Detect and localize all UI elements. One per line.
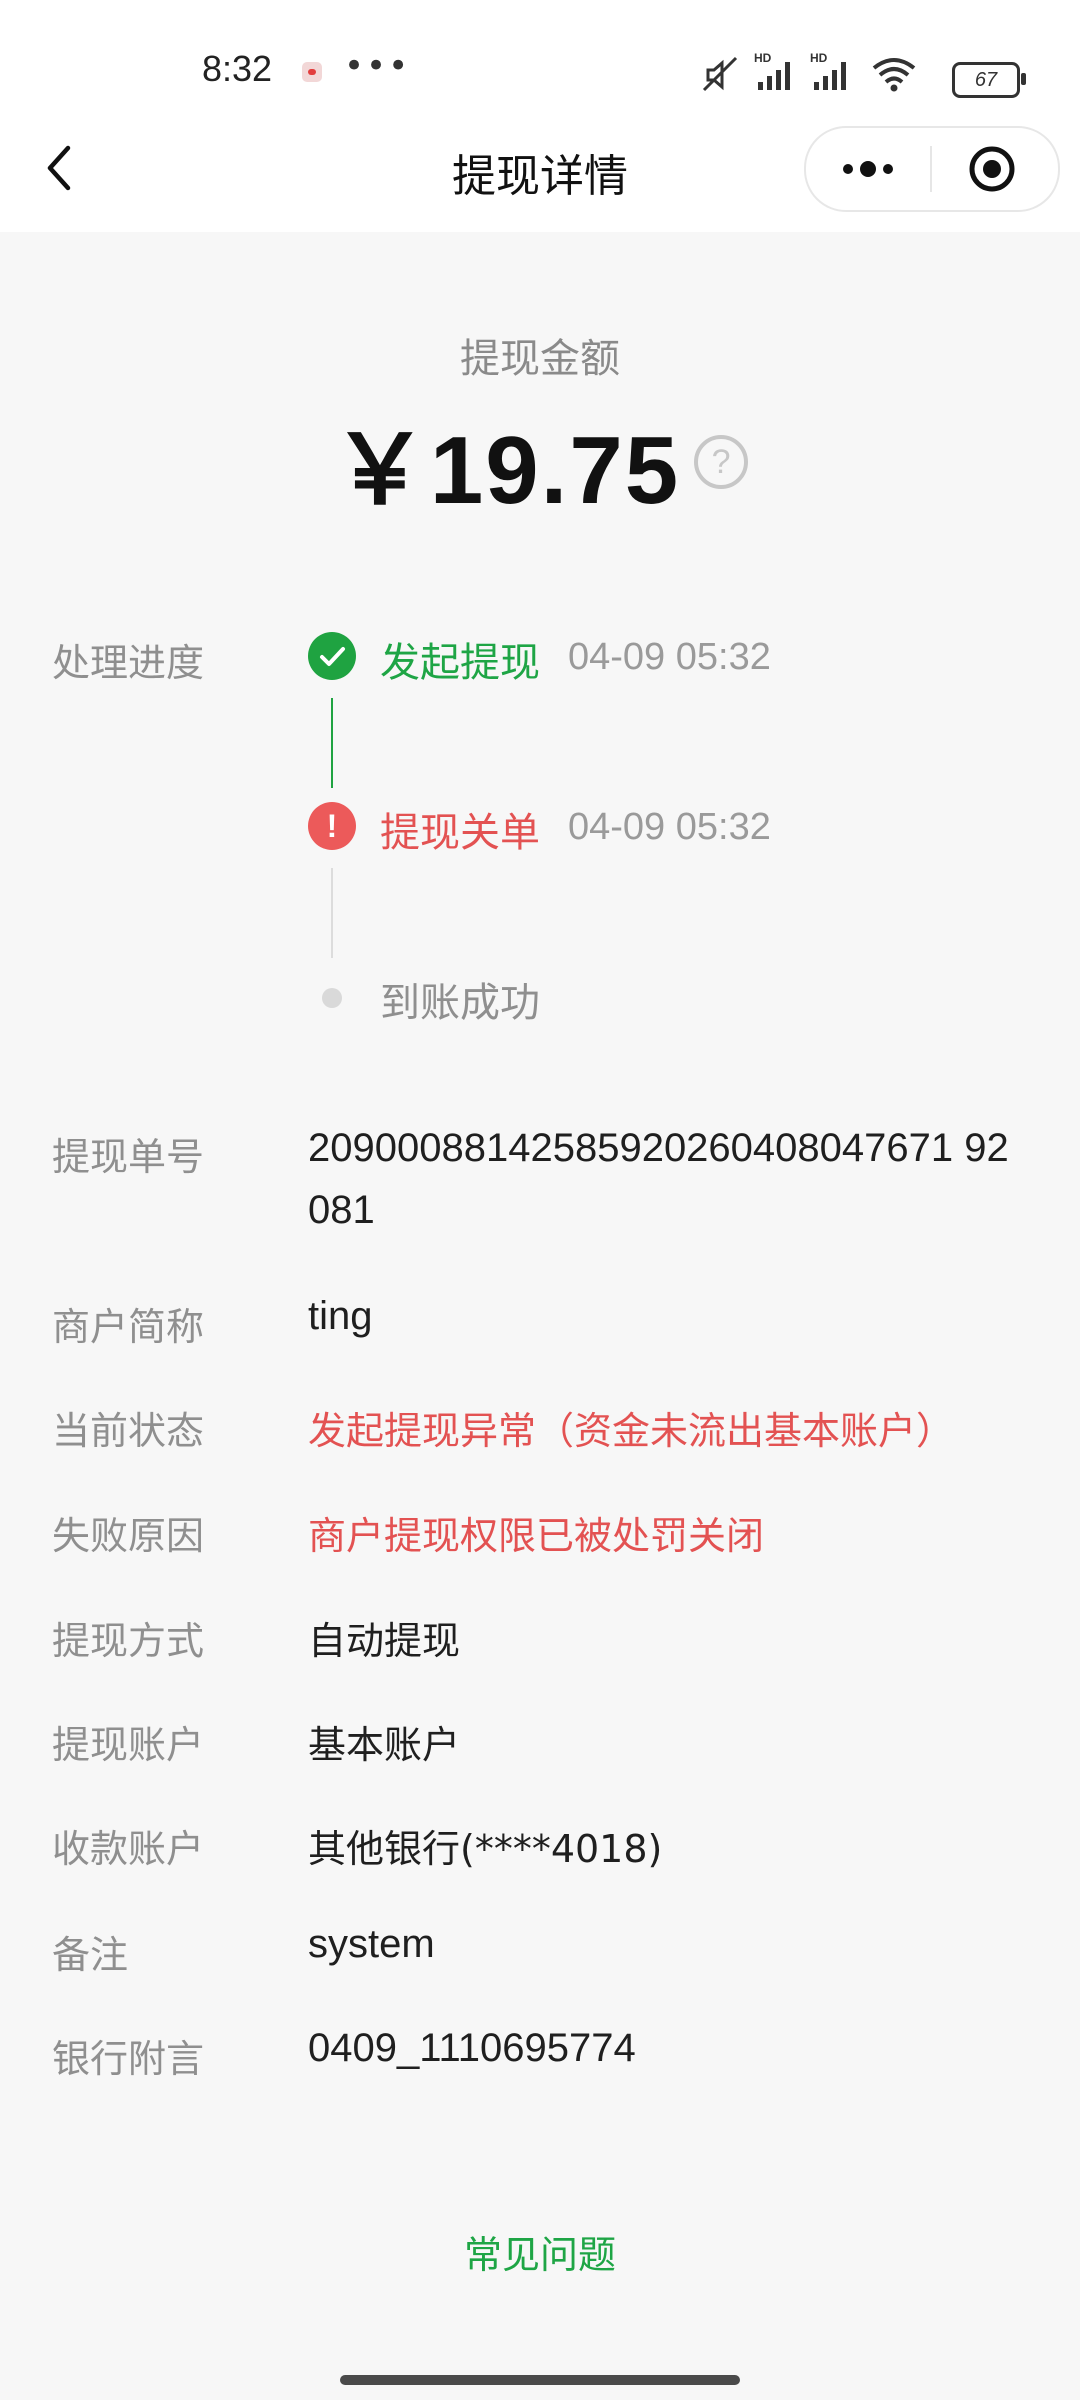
merchant-value: ting <box>308 1294 373 1338</box>
status-time: 8:32 <box>202 48 273 89</box>
remark-value: system <box>308 1922 435 1966</box>
step-arrive-text: 到账成功 <box>380 980 540 1026</box>
battery-icon: 67 <box>952 62 1026 98</box>
step-initiate-time: 04-09 05:32 <box>568 636 771 678</box>
faq-link[interactable]: 常见问题 <box>0 2224 1080 2279</box>
account-value: 基本账户 <box>308 1723 461 1767</box>
withdraw-amount: ￥19.75 <box>331 417 681 524</box>
signal-hd-icon: HD <box>810 51 846 90</box>
pending-dot-icon <box>322 988 342 1008</box>
reason-label: 失败原因 <box>52 1514 205 1558</box>
status-value: 发起提现异常（资金未流出基本账户） <box>308 1409 955 1453</box>
help-icon[interactable]: ? <box>694 434 749 489</box>
top-bar: 8:32 ••• HD HD 67 提现详情 <box>0 0 1080 232</box>
more-notifications-icon: ••• <box>344 46 411 86</box>
close-miniprogram-icon[interactable] <box>932 128 1058 210</box>
status-label: 当前状态 <box>52 1409 205 1453</box>
bank-note-value: 0409_1110695774 <box>308 2026 636 2070</box>
merchant-label: 商户简称 <box>52 1305 205 1349</box>
more-menu-icon[interactable] <box>806 128 930 210</box>
mute-icon <box>702 56 738 92</box>
order-no-label: 提现单号 <box>52 1135 205 1179</box>
svg-text:HD: HD <box>754 51 772 65</box>
miniprogram-capsule <box>804 126 1060 212</box>
error-exclamation-icon: ! <box>308 802 356 850</box>
svg-text:HD: HD <box>810 51 828 65</box>
step-initiate-text: 发起提现 <box>380 640 540 686</box>
progress-line-complete <box>331 698 333 788</box>
success-check-icon <box>308 632 356 680</box>
order-no-value-line1: 20900088142585920260408047671 92 <box>308 1126 1009 1170</box>
step-close-text: 提现关单 <box>380 810 540 856</box>
status-icons: HD HD 67 <box>700 40 1080 110</box>
notification-icon <box>302 62 322 82</box>
method-label: 提现方式 <box>52 1619 205 1663</box>
reason-value: 商户提现权限已被处罚关闭 <box>308 1514 765 1558</box>
step-close-time: 04-09 05:32 <box>568 806 771 848</box>
receiver-label: 收款账户 <box>52 1827 205 1871</box>
amount-label: 提现金额 <box>460 336 620 382</box>
method-value: 自动提现 <box>308 1619 461 1663</box>
receiver-value: 其他银行(****4018) <box>308 1827 663 1871</box>
amount-row: ￥19.75? <box>0 392 1080 531</box>
remark-label: 备注 <box>52 1933 129 1977</box>
progress-label: 处理进度 <box>52 641 205 685</box>
order-no-value-line2: 081 <box>308 1188 375 1232</box>
nav-bar: 提现详情 <box>0 118 1080 232</box>
bank-note-label: 银行附言 <box>52 2037 205 2081</box>
wifi-icon <box>872 58 916 92</box>
signal-hd-icon: HD <box>754 51 790 90</box>
account-label: 提现账户 <box>52 1723 205 1767</box>
progress-line-pending <box>331 868 333 958</box>
home-indicator[interactable] <box>340 2375 740 2385</box>
